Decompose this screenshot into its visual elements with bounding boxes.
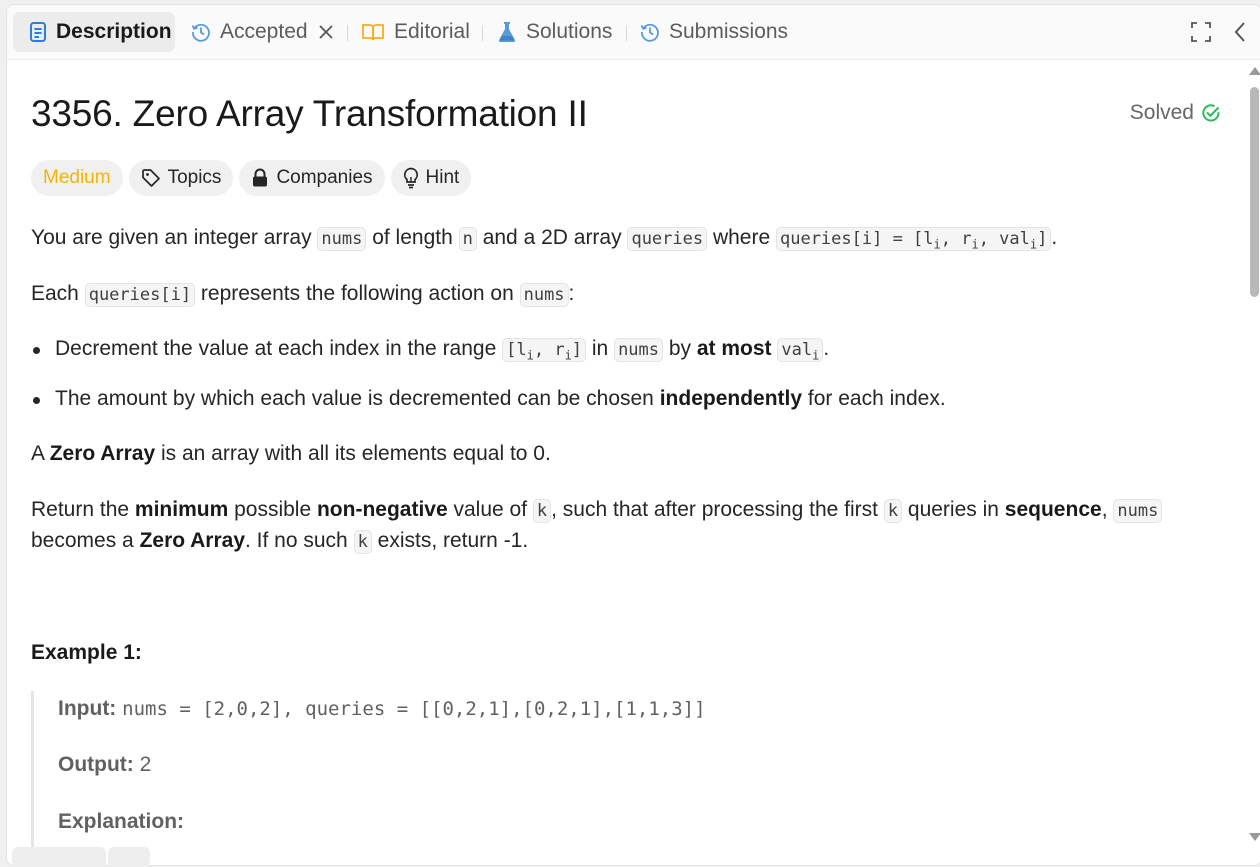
tab-solutions[interactable]: Solutions xyxy=(497,12,612,52)
code-n: n xyxy=(458,227,477,251)
book-icon xyxy=(361,22,385,42)
solved-status: Solved xyxy=(1130,101,1221,125)
code-nums: nums xyxy=(317,227,367,251)
tab-description[interactable]: Description xyxy=(13,12,175,52)
code-queries-i: queries[i] xyxy=(84,283,196,307)
code-queries: queries xyxy=(627,227,708,251)
problem-title: 3356. Zero Array Transformation II xyxy=(31,93,588,134)
description-panel: Description Accepted Editorial Solutions xyxy=(6,4,1260,866)
code-range: [li, ri] xyxy=(502,338,587,362)
tag-icon xyxy=(141,168,161,188)
fullscreen-icon[interactable] xyxy=(1190,21,1212,43)
close-icon[interactable] xyxy=(318,24,334,40)
scrollbar[interactable] xyxy=(1247,65,1260,845)
hint-chip[interactable]: Hint xyxy=(390,160,472,196)
problem-tags: Medium Topics Companies Hint xyxy=(31,160,472,196)
hint-label: Hint xyxy=(425,167,460,188)
tab-divider xyxy=(626,25,627,41)
code-k: k xyxy=(353,530,372,554)
bottom-toolbar-button[interactable] xyxy=(108,847,150,867)
scroll-up-arrow-icon[interactable] xyxy=(1249,67,1260,75)
example-explanation: Explanation: xyxy=(58,810,185,833)
description-paragraph-1: You are given an integer array nums of l… xyxy=(31,226,1058,252)
check-circle-icon xyxy=(1202,104,1220,122)
history-icon xyxy=(191,22,211,42)
lightbulb-icon xyxy=(403,167,419,189)
bottom-toolbar-button[interactable] xyxy=(12,847,106,867)
topics-label: Topics xyxy=(167,167,222,188)
tab-description-label: Description xyxy=(56,20,172,43)
example-input: Input: nums = [2,0,2], queries = [[0,2,1… xyxy=(58,697,706,720)
description-paragraph-3: A Zero Array is an array with all its el… xyxy=(31,442,551,465)
code-query-def: queries[i] = [li, ri, vali] xyxy=(775,227,1052,251)
problem-content: 3356. Zero Array Transformation II Solve… xyxy=(31,59,1241,859)
tab-bar: Description Accepted Editorial Solutions xyxy=(7,5,1260,60)
scroll-thumb[interactable] xyxy=(1250,87,1259,297)
difficulty-badge: Medium xyxy=(31,160,123,196)
flask-icon xyxy=(497,21,517,43)
collapse-panel-icon[interactable] xyxy=(1233,21,1247,43)
bullet-dot xyxy=(33,347,40,354)
code-k: k xyxy=(532,499,552,523)
bullet-dot xyxy=(33,397,40,404)
description-bullet-1: Decrement the value at each index in the… xyxy=(55,337,830,363)
topics-chip[interactable]: Topics xyxy=(128,160,234,196)
code-val: vali xyxy=(777,338,824,362)
tab-accepted-label: Accepted xyxy=(220,20,308,43)
description-paragraph-4: Return the minimum possible non-negative… xyxy=(31,494,1163,527)
code-nums: nums xyxy=(614,338,664,362)
companies-label: Companies xyxy=(276,167,373,188)
tab-solutions-label: Solutions xyxy=(526,20,613,43)
history-icon xyxy=(640,22,660,42)
document-icon xyxy=(29,22,47,42)
example-1-title: Example 1: xyxy=(31,641,142,664)
description-paragraph-5: becomes a Zero Array. If no such k exist… xyxy=(31,529,529,554)
tab-accepted[interactable]: Accepted xyxy=(191,12,334,52)
scroll-down-arrow-icon[interactable] xyxy=(1249,833,1260,841)
code-nums: nums xyxy=(1113,499,1163,523)
code-k: k xyxy=(883,499,903,523)
lock-icon xyxy=(251,168,269,188)
tab-editorial[interactable]: Editorial xyxy=(361,12,470,52)
code-nums: nums xyxy=(519,283,569,307)
tab-submissions-label: Submissions xyxy=(669,20,789,43)
description-paragraph-2: Each queries[i] represents the following… xyxy=(31,282,575,307)
example-output: Output: 2 xyxy=(58,753,152,776)
tab-divider xyxy=(482,25,483,41)
description-bullet-2: The amount by which each value is decrem… xyxy=(55,387,946,410)
solved-label: Solved xyxy=(1129,101,1194,124)
tab-submissions[interactable]: Submissions xyxy=(640,12,788,52)
example-1-block: Input: nums = [2,0,2], queries = [[0,2,1… xyxy=(31,691,1034,851)
companies-chip[interactable]: Companies xyxy=(239,160,385,196)
tab-editorial-label: Editorial xyxy=(394,20,470,43)
tab-divider xyxy=(347,25,348,41)
